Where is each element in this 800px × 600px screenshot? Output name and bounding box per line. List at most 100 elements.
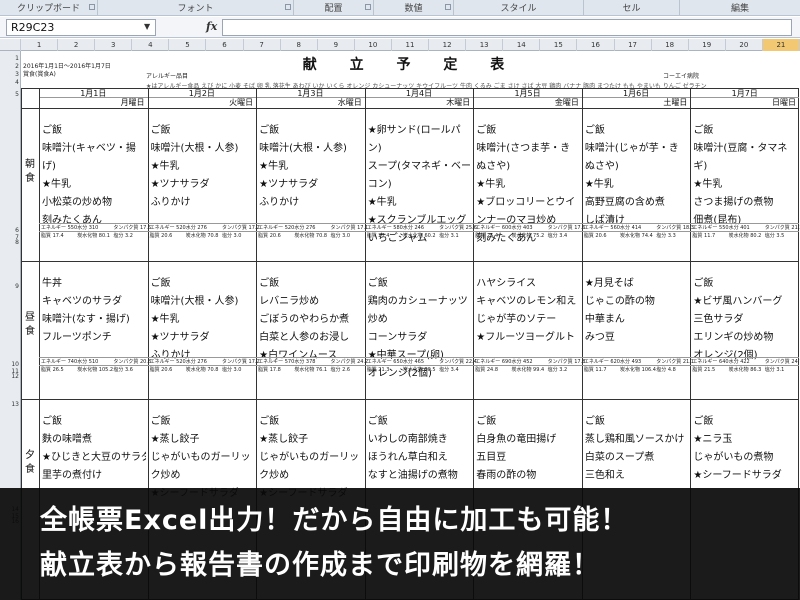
dish-cell[interactable]: 味噌汁(大根・人参) xyxy=(259,140,363,158)
dish-cell[interactable]: ご飯 xyxy=(693,413,797,431)
dish-cell[interactable]: スープ(タマネギ・ベーコン) xyxy=(368,158,472,194)
column-header[interactable]: 14 xyxy=(503,39,541,51)
ribbon-group-cells[interactable]: セル xyxy=(584,0,680,15)
row-header[interactable]: 10 xyxy=(0,361,21,368)
column-header[interactable]: 20 xyxy=(726,39,763,51)
row-header[interactable]: 12 xyxy=(0,373,21,380)
dish-cell[interactable]: ご飯 xyxy=(259,275,363,293)
column-header[interactable]: 2 xyxy=(58,39,96,51)
dish-cell[interactable]: じゃが芋のソテー xyxy=(476,311,580,329)
dish-cell[interactable]: コーンサラダ xyxy=(368,329,472,347)
dish-cell[interactable]: 中華まん xyxy=(585,311,689,329)
dish-cell[interactable]: ★卵サンド(ロールパン) xyxy=(368,122,472,158)
row-header[interactable]: 5 xyxy=(0,91,21,98)
dish-cell[interactable]: ★牛乳 xyxy=(693,176,797,194)
dish-cell[interactable]: ★ツナサラダ xyxy=(151,176,255,194)
dish-cell[interactable]: 味噌汁(なす・揚げ) xyxy=(42,311,146,329)
column-header[interactable]: 4 xyxy=(132,39,170,51)
row-header[interactable]: 2 xyxy=(0,63,21,70)
dish-cell[interactable]: ご飯 xyxy=(585,413,689,431)
dish-cell[interactable]: ★蒸し餃子 xyxy=(259,431,363,449)
column-header[interactable]: 17 xyxy=(615,39,652,51)
dish-cell[interactable]: じゃがいものガーリック炒め xyxy=(259,449,363,485)
column-header[interactable]: 21 xyxy=(762,39,800,51)
column-header[interactable]: 18 xyxy=(652,39,689,51)
dish-cell[interactable]: 里芋の煮付け xyxy=(42,467,146,485)
dish-cell[interactable]: 牛丼 xyxy=(42,275,146,293)
dish-cell[interactable]: 小松菜の炒め物 xyxy=(42,194,146,212)
dish-cell[interactable]: ★シーフードサラダ xyxy=(693,467,797,485)
dish-cell[interactable]: 白菜のスープ煮 xyxy=(585,449,689,467)
select-all-corner[interactable] xyxy=(0,39,21,51)
dish-cell[interactable]: ご飯 xyxy=(585,122,689,140)
column-header[interactable]: 9 xyxy=(318,39,355,51)
dish-cell[interactable]: ご飯 xyxy=(368,275,472,293)
column-header[interactable]: 19 xyxy=(689,39,726,51)
dish-cell[interactable]: ★ビザ風ハンバーグ xyxy=(693,293,797,311)
dish-cell[interactable]: ★ツナサラダ xyxy=(259,176,363,194)
dish-cell[interactable]: ★牛乳 xyxy=(476,176,580,194)
dish-cell[interactable]: ほうれん草白和え xyxy=(368,449,472,467)
dish-cell[interactable]: ★ひじきと大豆のサラダ xyxy=(42,449,146,467)
dish-cell[interactable]: 麩の味噌煮 xyxy=(42,431,146,449)
dish-cell[interactable]: ★牛乳 xyxy=(151,158,255,176)
row-header[interactable]: 8 xyxy=(0,239,21,246)
dialog-launcher-icon[interactable] xyxy=(285,4,291,10)
column-header[interactable]: 16 xyxy=(577,39,615,51)
row-header[interactable]: 9 xyxy=(0,283,21,290)
dish-cell[interactable]: 味噌汁(大根・人参) xyxy=(151,293,255,311)
dish-cell[interactable]: 味噌汁(豆腐・タマネギ) xyxy=(693,140,797,176)
dish-cell[interactable]: キャベツのサラダ xyxy=(42,293,146,311)
dish-cell[interactable]: ハヤシライス xyxy=(476,275,580,293)
insert-function-icon[interactable]: fx xyxy=(206,20,217,33)
dish-cell[interactable]: ★フルーツヨーグルト xyxy=(476,329,580,347)
dish-cell[interactable]: なすと油揚げの煮物 xyxy=(368,467,472,485)
column-header[interactable]: 8 xyxy=(281,39,318,51)
row-header[interactable]: 13 xyxy=(0,401,21,408)
dish-cell[interactable]: ご飯 xyxy=(259,122,363,140)
dish-cell[interactable]: ご飯 xyxy=(151,413,255,431)
column-header[interactable]: 1 xyxy=(21,39,59,51)
dialog-launcher-icon[interactable] xyxy=(365,4,371,10)
dish-cell[interactable]: 三色和え xyxy=(585,467,689,485)
dish-cell[interactable]: 味噌汁(キャベツ・揚げ) xyxy=(42,140,146,176)
ribbon-group-font[interactable]: フォント xyxy=(98,0,294,15)
dish-cell[interactable]: ご飯 xyxy=(151,122,255,140)
dish-cell[interactable]: キャベツのレモン和え xyxy=(476,293,580,311)
dish-cell[interactable]: ★牛乳 xyxy=(259,158,363,176)
dialog-launcher-icon[interactable] xyxy=(445,4,451,10)
dish-cell[interactable]: ご飯 xyxy=(368,413,472,431)
dish-cell[interactable]: ★牛乳 xyxy=(368,194,472,212)
dish-cell[interactable]: ご飯 xyxy=(259,413,363,431)
dish-cell[interactable]: ★牛乳 xyxy=(585,176,689,194)
dish-cell[interactable]: じゃがいものガーリック炒め xyxy=(151,449,255,485)
dish-cell[interactable]: 白菜と人参のお浸し xyxy=(259,329,363,347)
dish-cell[interactable]: ご飯 xyxy=(151,275,255,293)
dialog-launcher-icon[interactable] xyxy=(89,4,95,10)
dish-cell[interactable]: エリンギの炒め物 xyxy=(693,329,797,347)
dish-cell[interactable]: ★牛乳 xyxy=(151,311,255,329)
chevron-down-icon[interactable]: ▼ xyxy=(144,22,150,31)
dish-cell[interactable]: 鶏肉のカシューナッツ炒め xyxy=(368,293,472,329)
column-header[interactable]: 6 xyxy=(206,39,244,51)
dish-cell[interactable]: ★蒸し餃子 xyxy=(151,431,255,449)
dish-cell[interactable]: ふりかけ xyxy=(259,194,363,212)
ribbon-group-editing[interactable]: 編集 xyxy=(680,0,800,15)
dish-cell[interactable]: ご飯 xyxy=(476,122,580,140)
dish-cell[interactable]: 味噌汁(じゃが芋・きぬさや) xyxy=(585,140,689,176)
dish-cell[interactable]: ふりかけ xyxy=(151,194,255,212)
dish-cell[interactable]: 白身魚の竜田揚げ xyxy=(476,431,580,449)
row-header[interactable]: 1 xyxy=(0,55,21,62)
column-header[interactable]: 7 xyxy=(244,39,281,51)
ribbon-group-styles[interactable]: スタイル xyxy=(454,0,584,15)
dish-cell[interactable]: 高野豆腐の含め煮 xyxy=(585,194,689,212)
dish-cell[interactable]: ご飯 xyxy=(693,275,797,293)
ribbon-group-number[interactable]: 数値 xyxy=(374,0,454,15)
column-header[interactable]: 5 xyxy=(169,39,207,51)
dish-cell[interactable]: ★ツナサラダ xyxy=(151,329,255,347)
dish-cell[interactable]: ご飯 xyxy=(693,122,797,140)
column-header[interactable]: 12 xyxy=(429,39,467,51)
dish-cell[interactable]: じゃがいもの煮物 xyxy=(693,449,797,467)
dish-cell[interactable]: ★月見そば xyxy=(585,275,689,293)
column-header[interactable]: 3 xyxy=(95,39,133,51)
